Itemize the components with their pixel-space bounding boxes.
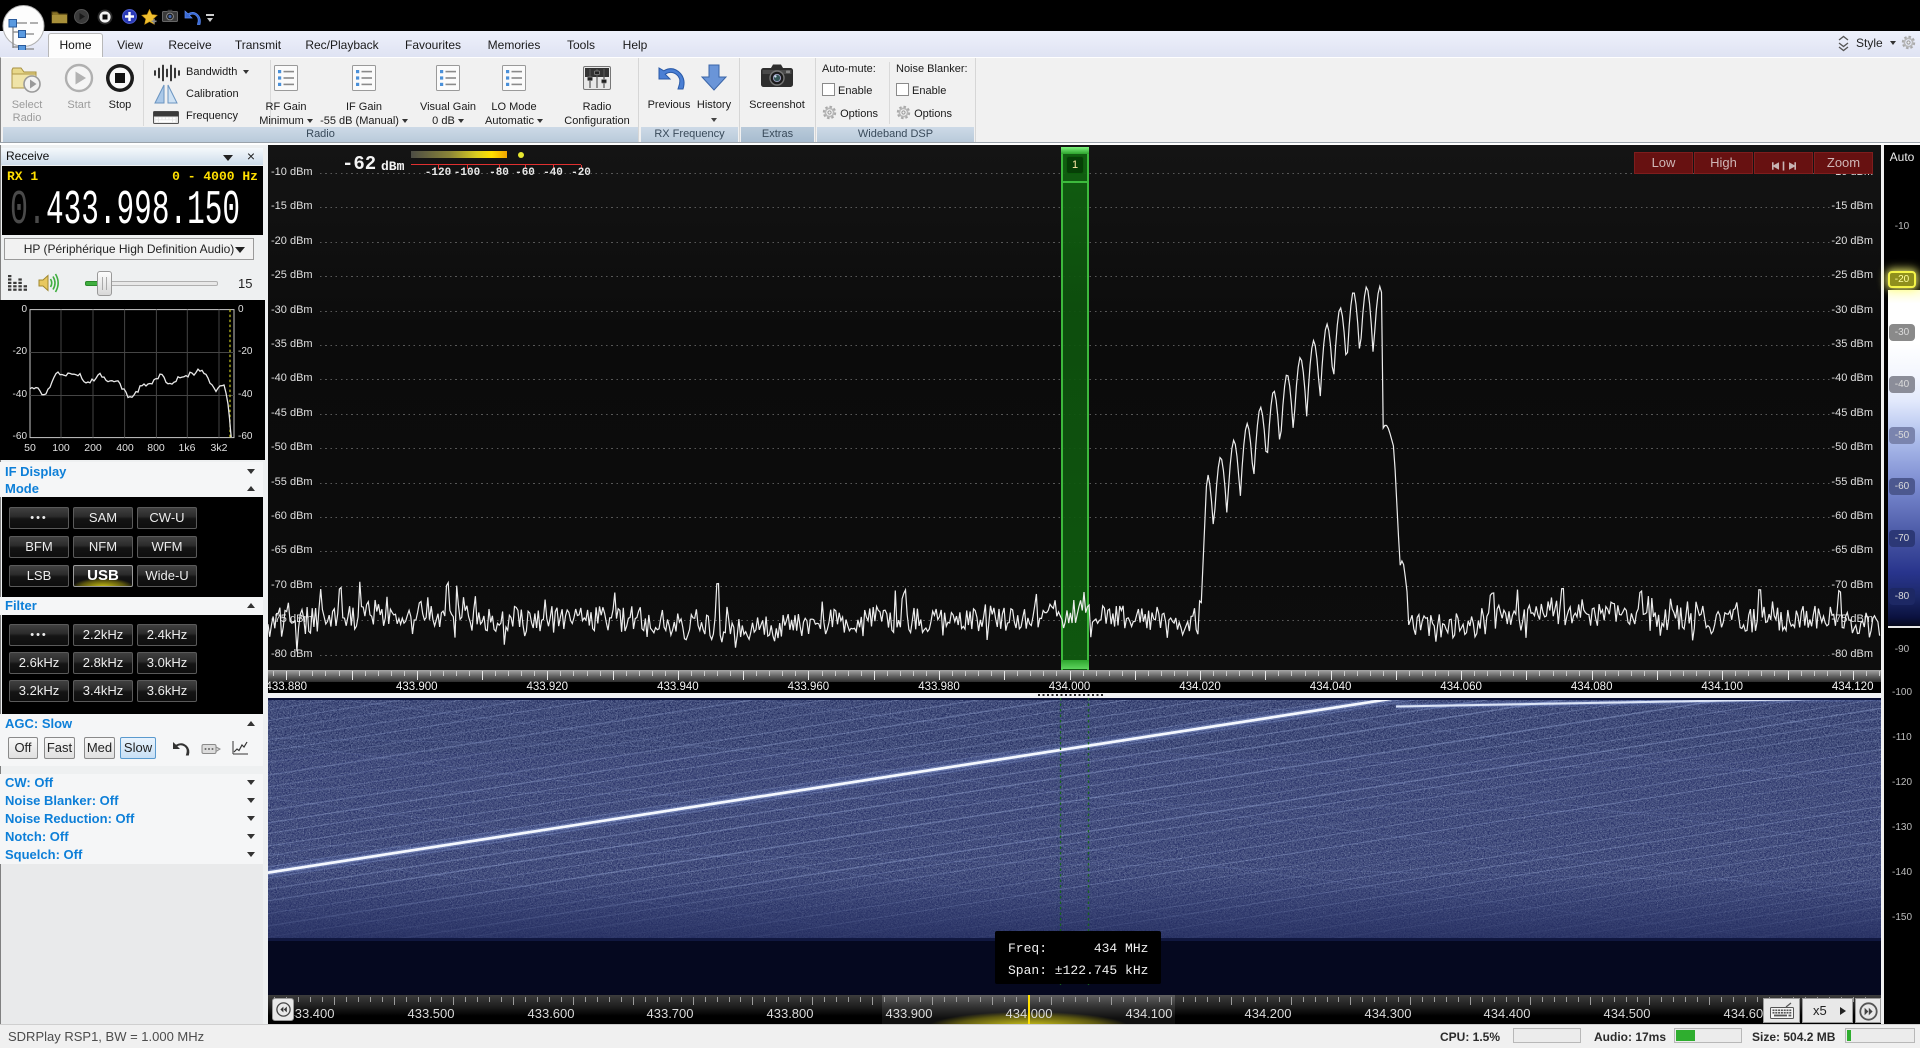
svg-text:0.: 0. xyxy=(10,184,46,235)
svg-text:433.998.150: 433.998.150 xyxy=(46,184,240,235)
